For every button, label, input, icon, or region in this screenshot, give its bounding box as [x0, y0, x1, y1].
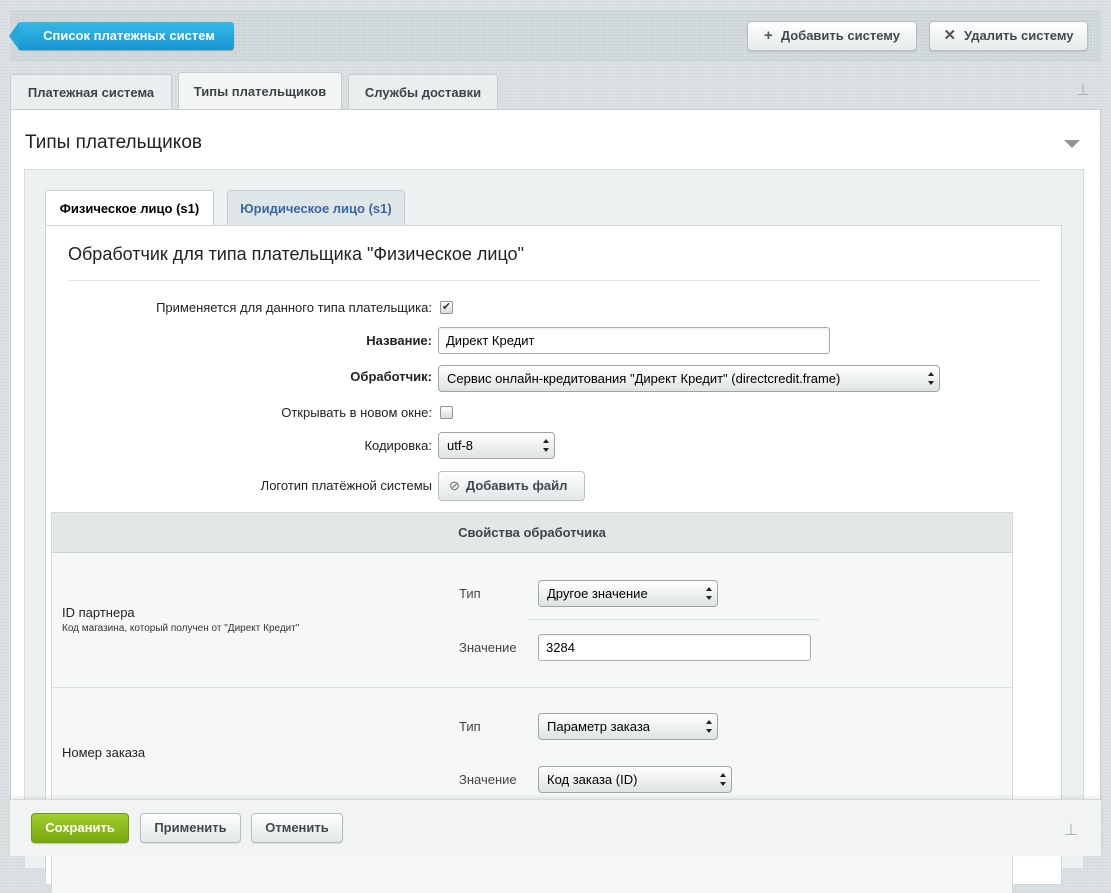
select-arrows-icon — [928, 372, 935, 385]
pin-icon[interactable]: ⊥ — [1064, 820, 1078, 840]
tab-payment-system[interactable]: Платежная система — [10, 74, 172, 110]
tab-payer-types[interactable]: Типы плательщиков — [178, 72, 342, 110]
handler-form: Обработчик для типа плательщика "Физичес… — [45, 225, 1062, 893]
back-to-list-button[interactable]: Список платежных систем — [9, 22, 234, 50]
payer-types-container: Физическое лицо (s1) Юридическое лицо (s… — [24, 169, 1084, 893]
value-select-value: Код заказа (ID) — [547, 772, 638, 787]
applies-checkbox[interactable]: ✔ — [440, 301, 453, 314]
logo-label: Логотип платёжной системы — [260, 478, 432, 493]
toolbar: Список платежных систем + Добавить систем… — [9, 10, 1101, 62]
select-arrows-icon — [543, 439, 550, 452]
add-file-button[interactable]: ⊘ Добавить файл — [438, 471, 585, 501]
paperclip-icon: ⊘ — [449, 478, 460, 493]
delete-system-button[interactable]: ✕ Удалить систему — [929, 21, 1088, 51]
section-title: Типы плательщиков — [25, 132, 202, 153]
type-label: Тип — [459, 719, 481, 734]
apply-button[interactable]: Применить — [140, 813, 241, 843]
cancel-button[interactable]: Отменить — [251, 813, 343, 843]
divider — [68, 280, 1040, 281]
encoding-select-value: utf-8 — [447, 438, 474, 453]
property-description: Код магазина, который получен от "Директ… — [62, 623, 300, 634]
pin-icon[interactable]: ⊥ — [1076, 80, 1090, 100]
handler-heading: Обработчик для типа плательщика "Физичес… — [68, 244, 524, 264]
name-input[interactable] — [438, 327, 830, 354]
add-file-label: Добавить файл — [465, 478, 568, 493]
collapse-arrow-icon[interactable] — [1064, 140, 1080, 148]
x-icon: ✕ — [943, 27, 957, 44]
property-name: ID партнера — [62, 605, 135, 620]
new-window-label: Открывать в новом окне: — [281, 405, 432, 420]
table-row: Номер заказа Тип Параметр заказа Значени… — [52, 688, 1012, 893]
handler-label: Обработчик: — [350, 369, 432, 384]
subtab-individual[interactable]: Физическое лицо (s1) — [45, 190, 214, 227]
save-button[interactable]: Сохранить — [31, 813, 129, 843]
new-window-checkbox[interactable] — [440, 406, 453, 419]
subtab-legal-entity[interactable]: Юридическое лицо (s1) — [227, 190, 405, 226]
value-label: Значение — [459, 772, 517, 787]
select-arrows-icon — [706, 720, 713, 733]
delete-system-label: Удалить систему — [964, 28, 1074, 43]
type-label: Тип — [459, 586, 481, 601]
applies-label: Применяется для данного типа плательщика… — [156, 300, 432, 315]
type-select[interactable]: Параметр заказа — [538, 713, 718, 740]
value-label: Значение — [459, 640, 517, 655]
main-panel: Типы плательщиков Физическое лицо (s1) Ю… — [10, 109, 1101, 893]
checkmark-icon: ✔ — [441, 301, 452, 313]
select-arrows-icon — [706, 587, 713, 600]
value-select[interactable]: Код заказа (ID) — [538, 766, 732, 793]
property-name: Номер заказа — [62, 745, 146, 760]
footer-bar: Сохранить Применить Отменить ⊥ — [10, 799, 1101, 856]
type-select-value: Параметр заказа — [547, 719, 651, 734]
encoding-label: Кодировка: — [364, 438, 432, 453]
type-select[interactable]: Другое значение — [538, 580, 718, 607]
name-label: Название: — [366, 333, 432, 348]
handler-select[interactable]: Сервис онлайн-кредитования "Директ Креди… — [438, 365, 940, 392]
value-input[interactable] — [538, 634, 811, 661]
select-arrows-icon — [720, 773, 727, 786]
table-row: ID партнера Код магазина, который получе… — [52, 553, 1012, 688]
properties-header: Свойства обработчика — [52, 513, 1012, 553]
add-system-label: Добавить систему — [780, 28, 900, 43]
handler-select-value: Сервис онлайн-кредитования "Директ Креди… — [447, 371, 841, 386]
plus-icon: + — [764, 27, 773, 44]
encoding-select[interactable]: utf-8 — [438, 432, 555, 459]
divider — [528, 619, 820, 620]
add-system-button[interactable]: + Добавить систему — [747, 21, 917, 51]
type-select-value: Другое значение — [547, 586, 648, 601]
tab-delivery-services[interactable]: Службы доставки — [348, 74, 498, 110]
